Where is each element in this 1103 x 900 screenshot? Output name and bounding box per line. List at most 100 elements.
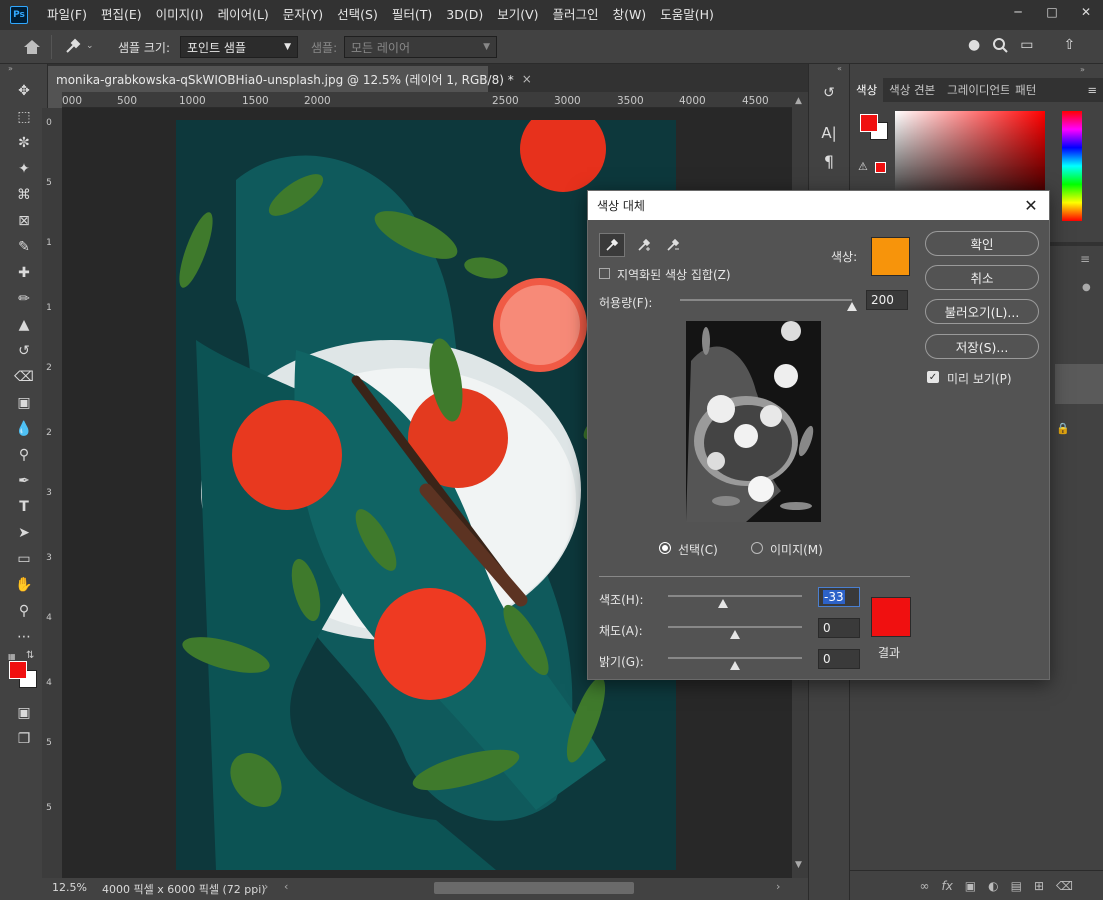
layer-row[interactable]: [1055, 364, 1103, 404]
search-icon[interactable]: [992, 37, 1008, 53]
sample-select[interactable]: 모든 레이어 ▼: [344, 36, 497, 58]
brush-tool-icon[interactable]: ✏: [0, 286, 48, 312]
tab-gradients[interactable]: 그레이디언트: [941, 78, 1009, 102]
history-brush-tool-icon[interactable]: ↺: [0, 338, 48, 364]
lasso-tool-icon[interactable]: ✼: [0, 130, 48, 156]
subtract-from-sample-button[interactable]: [661, 233, 687, 257]
folder-icon[interactable]: ▤: [1011, 879, 1022, 893]
maximize-icon[interactable]: □: [1035, 0, 1069, 24]
horizontal-scrollbar-thumb[interactable]: [434, 882, 634, 894]
image-radio[interactable]: [751, 542, 763, 554]
result-color-swatch[interactable]: [871, 597, 911, 637]
pen-tool-icon[interactable]: ✒: [0, 468, 48, 494]
save-button[interactable]: 저장(S)...: [925, 334, 1039, 359]
magic-wand-tool-icon[interactable]: ✦: [0, 156, 48, 182]
clone-stamp-tool-icon[interactable]: ▲: [0, 312, 48, 338]
default-colors-icon[interactable]: ▦: [8, 652, 16, 661]
sample-size-select[interactable]: 포인트 샘플 ▼: [180, 36, 298, 58]
path-selection-tool-icon[interactable]: ➤: [0, 520, 48, 546]
fuzziness-input[interactable]: 200: [866, 290, 908, 310]
dodge-tool-icon[interactable]: ⚲: [0, 442, 48, 468]
scroll-down-icon[interactable]: ▼: [795, 860, 802, 870]
blur-tool-icon[interactable]: 💧: [0, 416, 48, 442]
document-tab[interactable]: monika-grabkowska-qSkWIOBHia0-unsplash.j…: [48, 66, 532, 92]
lock-icon[interactable]: 🔒: [1056, 422, 1070, 435]
load-button[interactable]: 불러오기(L)...: [925, 299, 1039, 324]
screen-mode-icon[interactable]: ❐: [0, 726, 48, 752]
hue-slider[interactable]: [1062, 111, 1082, 221]
ok-button[interactable]: 확인: [925, 231, 1039, 256]
menu-image[interactable]: 이미지(I): [149, 0, 211, 30]
hue-track[interactable]: [668, 595, 802, 597]
close-icon[interactable]: ✕: [1021, 195, 1041, 215]
panel-menu-icon[interactable]: ≡: [1080, 252, 1090, 266]
localized-checkbox[interactable]: [599, 268, 610, 279]
adjustment-icon[interactable]: ◐: [988, 879, 998, 893]
cancel-button[interactable]: 취소: [925, 265, 1039, 290]
close-window-icon[interactable]: ✕: [1069, 0, 1103, 24]
fx-icon[interactable]: fx: [941, 879, 952, 893]
quick-mask-icon[interactable]: ▣: [0, 700, 48, 726]
hue-thumb[interactable]: [717, 599, 728, 608]
workspace-icon[interactable]: ▭: [1020, 37, 1033, 53]
add-to-sample-button[interactable]: [632, 233, 658, 257]
mask-icon[interactable]: ▣: [965, 879, 976, 893]
lightness-track[interactable]: [668, 657, 802, 659]
new-layer-icon[interactable]: ⊞: [1034, 879, 1044, 893]
collapse-icon[interactable]: »: [0, 64, 47, 78]
scroll-right-icon[interactable]: ›: [776, 880, 780, 893]
selection-radio[interactable]: [659, 542, 671, 554]
hand-tool-icon[interactable]: ✋: [0, 572, 48, 598]
fuzziness-thumb[interactable]: [847, 302, 857, 311]
menu-plugins[interactable]: 플러그인: [546, 0, 606, 30]
frame-tool-icon[interactable]: ⊠: [0, 208, 48, 234]
expand-icon[interactable]: »: [1080, 65, 1085, 74]
menu-edit[interactable]: 편집(E): [94, 0, 149, 30]
menu-3d[interactable]: 3D(D): [439, 0, 490, 30]
rectangle-tool-icon[interactable]: ▭: [0, 546, 48, 572]
hue-input[interactable]: -33: [818, 587, 860, 607]
saturation-track[interactable]: [668, 626, 802, 628]
menu-view[interactable]: 보기(V): [490, 0, 545, 30]
crop-tool-icon[interactable]: ⌘: [0, 182, 48, 208]
menu-filter[interactable]: 필터(T): [385, 0, 439, 30]
foreground-color-swatch[interactable]: [9, 661, 27, 679]
history-panel-icon[interactable]: ↺: [809, 78, 849, 108]
marquee-tool-icon[interactable]: ⬚: [0, 104, 48, 130]
zoom-tool-icon[interactable]: ⚲: [0, 598, 48, 624]
healing-brush-tool-icon[interactable]: ✚: [0, 260, 48, 286]
menu-file[interactable]: 파일(F): [40, 0, 94, 30]
gradient-tool-icon[interactable]: ▣: [0, 390, 48, 416]
trash-icon[interactable]: ⌫: [1056, 879, 1073, 893]
paragraph-panel-icon[interactable]: ¶: [809, 148, 849, 174]
status-menu-icon[interactable]: ›: [264, 880, 268, 893]
move-tool-icon[interactable]: ✥: [0, 78, 48, 104]
eyedropper-tool-icon[interactable]: ✎: [0, 234, 48, 260]
type-tool-icon[interactable]: T: [0, 494, 48, 520]
close-tab-icon[interactable]: ×: [522, 72, 532, 86]
saturation-thumb[interactable]: [730, 630, 740, 639]
saturation-input[interactable]: 0: [818, 618, 860, 638]
more-tools-icon[interactable]: ⋯: [0, 624, 48, 650]
menu-window[interactable]: 창(W): [606, 0, 654, 30]
menu-help[interactable]: 도움말(H): [653, 0, 721, 30]
sample-color-swatch[interactable]: [871, 237, 910, 276]
swap-colors-icon[interactable]: ⇅: [26, 650, 34, 661]
brush-icon[interactable]: ●: [1082, 282, 1091, 293]
tab-patterns[interactable]: 패턴: [1009, 78, 1042, 102]
minimize-icon[interactable]: ─: [1001, 0, 1035, 24]
share-icon[interactable]: ⇧: [1063, 37, 1075, 53]
scroll-up-icon[interactable]: ▲: [795, 96, 802, 106]
eraser-tool-icon[interactable]: ⌫: [0, 364, 48, 390]
panel-menu-icon[interactable]: ≡: [1081, 78, 1103, 102]
fuzziness-track[interactable]: [680, 299, 852, 301]
gamut-color-swatch[interactable]: [875, 162, 886, 173]
zoom-level[interactable]: 12.5%: [52, 881, 87, 894]
home-icon[interactable]: [12, 35, 52, 59]
menu-layer[interactable]: 레이어(L): [211, 0, 276, 30]
user-icon[interactable]: ●: [968, 37, 980, 53]
lightness-thumb[interactable]: [730, 661, 740, 670]
scroll-left-icon[interactable]: ‹: [284, 880, 288, 893]
preview-checkbox[interactable]: ✓: [927, 371, 939, 383]
menu-type[interactable]: 문자(Y): [276, 0, 330, 30]
